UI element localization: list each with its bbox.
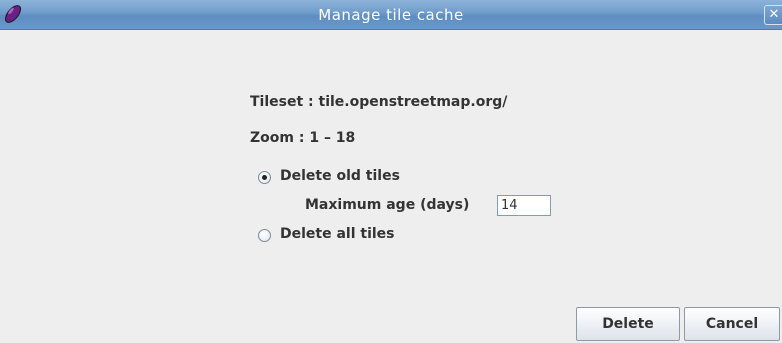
window-title: Manage tile cache: [318, 6, 464, 24]
delete-all-tiles-label[interactable]: Delete all tiles: [280, 226, 395, 242]
tileset-label: Tileset : tile.openstreetmap.org/: [250, 94, 508, 110]
maximum-age-label: Maximum age (days): [305, 197, 470, 213]
zoom-label: Zoom : 1 – 18: [250, 130, 356, 146]
delete-old-tiles-radio[interactable]: [258, 171, 271, 184]
delete-all-tiles-radio[interactable]: [258, 229, 271, 242]
close-icon[interactable]: ✕: [764, 5, 782, 25]
title-bar[interactable]: Manage tile cache ✕: [0, 0, 782, 30]
cancel-button[interactable]: Cancel: [684, 307, 780, 341]
maximum-age-input[interactable]: [497, 195, 551, 216]
delete-old-tiles-label[interactable]: Delete old tiles: [280, 168, 400, 184]
radio-selected-dot: [262, 175, 267, 180]
manage-tile-cache-dialog: Manage tile cache ✕ Tileset : tile.opens…: [0, 0, 782, 343]
delete-button[interactable]: Delete: [576, 307, 680, 341]
